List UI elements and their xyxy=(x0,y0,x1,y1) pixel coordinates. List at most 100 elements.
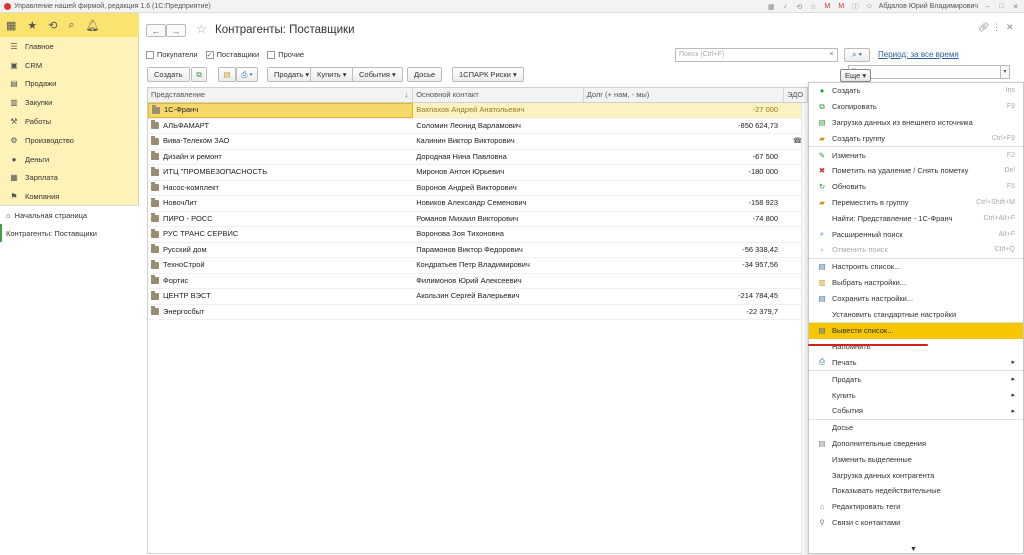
sidebar-item-money[interactable]: ● Деньги xyxy=(0,150,138,169)
mem-plus-icon[interactable]: M xyxy=(837,2,846,11)
create-button[interactable]: Создать xyxy=(147,67,190,82)
menu-item[interactable]: ⚲ Связи с контактами xyxy=(809,515,1023,531)
open-window-suppliers[interactable]: Контрагенты: Поставщики xyxy=(0,224,139,242)
search-clear-button[interactable]: × xyxy=(826,48,838,62)
menu-item[interactable]: Установить стандартные настройки xyxy=(809,306,1023,322)
table-row[interactable]: АЛЬФАМАРТ Соломин Леонид Варламович -850 6… xyxy=(148,119,808,134)
column-header-edo[interactable]: ЭДО xyxy=(784,88,809,102)
sidebar-item-salary[interactable]: ▦ Зарплата xyxy=(0,169,138,188)
table-row[interactable]: ИТЦ "ПРОМБЕЗОПАСНОСТЬ Миронов Антон Юрьев… xyxy=(148,165,808,181)
favorites-icon[interactable]: ★ xyxy=(27,19,37,32)
menu-item[interactable]: События ▸ xyxy=(809,403,1023,419)
filter-other[interactable]: Прочие xyxy=(267,50,304,59)
tag-dropdown-button[interactable]: ▾ xyxy=(1000,65,1010,79)
menu-item[interactable]: ⌕ Расширенный поиск Alt+F xyxy=(809,226,1023,242)
checkbox[interactable] xyxy=(267,50,276,59)
events-button[interactable]: События ▾ xyxy=(352,67,403,82)
doc-button[interactable]: ▤ xyxy=(218,67,236,82)
menu-item[interactable]: ▥ Выбрать настройки... xyxy=(809,275,1023,291)
history-icon[interactable]: ⟲ xyxy=(48,19,57,32)
filter-suppliers[interactable]: ✓ Поставщики xyxy=(205,50,259,59)
menu-item[interactable]: ▤ Вывести список... xyxy=(809,322,1023,339)
close-icon[interactable]: ✕ xyxy=(1011,2,1020,11)
back-button[interactable]: ← xyxy=(146,24,166,37)
create-copy-button[interactable]: ⧉ xyxy=(191,67,207,82)
forward-button[interactable]: → xyxy=(166,24,186,37)
search-input[interactable]: Поиск (Ctrl+F) xyxy=(675,48,838,62)
menu-item[interactable]: ⌂ Редактировать теги xyxy=(809,499,1023,515)
tag-input[interactable]: Тег xyxy=(848,65,1010,79)
sidebar-item-works[interactable]: ⚒ Работы xyxy=(0,112,138,131)
table-row[interactable]: ПИРО - РОСС Романов Михаил Викторович -74 … xyxy=(148,212,808,227)
spark-risks-button[interactable]: 1СПАРК Риски ▾ xyxy=(452,67,524,82)
print-button[interactable]: ⎙ ▾ xyxy=(236,67,258,82)
menu-item[interactable]: ▰ Создать группу Ctrl+F9 xyxy=(809,130,1023,146)
sidebar-item-crm[interactable]: ▣ CRM xyxy=(0,56,138,75)
favorite-star-icon[interactable]: ☆ xyxy=(196,22,207,36)
sidebar-item-menu[interactable]: ☰ Главное xyxy=(0,37,138,56)
menu-item[interactable]: ▤ Загрузка данных из внешнего источника xyxy=(809,115,1023,131)
buy-button[interactable]: Купить ▾ xyxy=(310,67,354,82)
column-header-name[interactable]: Представление ↓ xyxy=(148,88,414,102)
table-row[interactable]: 1С-Франч Вахпахов Андрей Анатольевич -27 0… xyxy=(148,103,808,119)
filter-buyers[interactable]: Покупатели xyxy=(146,50,198,59)
menu-item[interactable]: ↻ Обновить F5 xyxy=(809,179,1023,195)
menu-item[interactable]: Найти: Представление - 1С-Франч Ctrl+Alt+… xyxy=(809,210,1023,226)
menu-item[interactable]: ▤ Настроить список... xyxy=(809,259,1023,275)
table-row[interactable]: РУС ТРАНС СЕРВИС Воронова Зоя Тихоновна xyxy=(148,227,808,243)
table-row[interactable]: Насос-комплект Воронов Андрей Викторович xyxy=(148,181,808,196)
table-row[interactable]: Русский дом Парамонов Виктор Федорович -56… xyxy=(148,243,808,258)
minimize-icon[interactable]: – xyxy=(983,2,992,11)
menu-item[interactable]: Загрузка данных контрагента xyxy=(809,467,1023,483)
menu-item[interactable]: ⧉ Скопировать F9 xyxy=(809,99,1023,115)
menu-item[interactable]: Купить ▸ xyxy=(809,387,1023,403)
menu-item[interactable]: Досье xyxy=(809,420,1023,436)
column-header-contact[interactable]: Основной контакт xyxy=(413,88,584,102)
open-window-home[interactable]: ⌂ Начальная страница xyxy=(0,206,139,224)
checkbox-checked[interactable]: ✓ xyxy=(205,50,214,59)
table-scrollbar[interactable] xyxy=(801,103,808,555)
search-button[interactable]: ⌕ ▾ xyxy=(844,48,870,62)
maximize-icon[interactable]: □ xyxy=(997,2,1006,11)
form-more-icon[interactable]: ⋮ xyxy=(992,22,1002,32)
sidebar-item-company[interactable]: ⚑ Компания xyxy=(0,187,138,206)
checkbox[interactable] xyxy=(146,50,154,59)
column-header-debt[interactable]: Долг (+ нам, - мы) xyxy=(584,88,785,102)
menu-item[interactable]: Напомнить xyxy=(809,339,1023,355)
dossier-button[interactable]: Досье xyxy=(407,67,443,82)
menu-item[interactable]: Изменить выделенные xyxy=(809,451,1023,467)
menu-scroll-down-icon[interactable]: ▼ xyxy=(910,546,917,553)
more-button[interactable]: Еще ▾ xyxy=(840,69,872,82)
table-row[interactable]: Вива-Телеком ЗАО Калинин Виктор Викторови… xyxy=(148,134,808,150)
table-row[interactable]: Энергосбыт -22 379,7 xyxy=(148,305,808,320)
period-link[interactable]: Период: за все время xyxy=(878,50,959,59)
menu-item[interactable]: Показывать недействительные xyxy=(809,483,1023,499)
menu-item[interactable]: ✖ Пометить на удаление / Снять пометку Del xyxy=(809,163,1023,179)
table-row[interactable]: Дизайн и ремонт Дородная Нина Павловна -67… xyxy=(148,150,808,165)
menu-item[interactable]: ▤ Сохранить настройки... xyxy=(809,290,1023,306)
sell-button[interactable]: Продать ▾ xyxy=(267,67,317,82)
grid-icon[interactable]: ▦ xyxy=(767,2,776,11)
search-icon[interactable]: ⌕ xyxy=(69,19,75,32)
notifications-icon[interactable]: 🔔︎ xyxy=(86,19,100,32)
menu-item[interactable]: ▤ Дополнительные сведения xyxy=(809,436,1023,452)
sidebar-item-production[interactable]: ⚙ Производство xyxy=(0,131,138,150)
menu-item[interactable]: ⌕ Отменить поиск Ctrl+Q xyxy=(809,242,1023,258)
star-icon[interactable]: ☆ xyxy=(809,2,818,11)
menu-item[interactable]: ⎙ Печать ▸ xyxy=(809,355,1023,371)
menu-item[interactable]: ✎ Изменить F2 xyxy=(809,147,1023,163)
apps-grid-icon[interactable]: ▦ xyxy=(6,19,16,32)
table-row[interactable]: Фортис Филимонов Юрий Алексеевич xyxy=(148,274,808,289)
sidebar-item-purchases[interactable]: ▥ Закупки xyxy=(0,93,138,112)
table-row[interactable]: ЦЕНТР ВЭСТ Акользин Сергей Валерьевич -214… xyxy=(148,289,808,305)
bell-icon[interactable]: ♪ xyxy=(781,2,790,11)
menu-item[interactable]: ▰ Переместить в группу Ctrl+Shift+M xyxy=(809,195,1023,211)
sidebar-item-sales[interactable]: ▤ Продажи xyxy=(0,75,138,94)
info-icon[interactable]: ⓘ xyxy=(851,2,860,11)
menu-item[interactable]: Продать ▸ xyxy=(809,371,1023,387)
menu-item[interactable]: ● Создать Ins xyxy=(809,83,1023,99)
table-row[interactable]: ТехноСтрой Кондратьев Петр Владимирович -3… xyxy=(148,258,808,274)
counterparties-table[interactable]: Представление ↓ Основной контакт Долг (+ … xyxy=(147,87,809,555)
table-row[interactable]: НовочЛит Новиков Александр Семенович -158 … xyxy=(148,196,808,212)
form-close-icon[interactable]: ✕ xyxy=(1006,22,1016,32)
